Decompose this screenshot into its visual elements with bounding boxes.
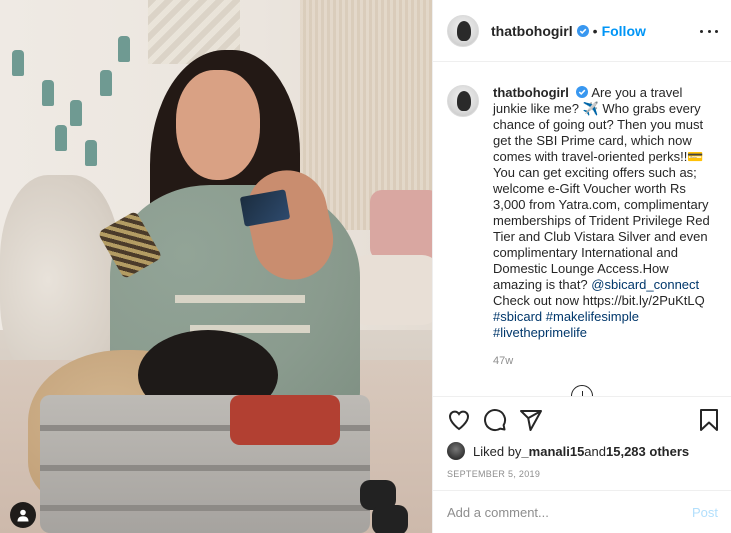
caption-section: thatbohogirl Are you a travel junkie lik…	[433, 63, 731, 397]
likes-prefix: Liked by	[473, 443, 522, 459]
tassel	[85, 140, 97, 166]
tassel	[12, 50, 24, 76]
comment-icon[interactable]	[483, 408, 507, 432]
pink-pillow	[370, 190, 432, 260]
suitcase-wheel	[372, 505, 408, 533]
comment-box: Post	[433, 490, 731, 533]
likes-row: Liked by _manali15 and 15,283 others	[447, 440, 689, 462]
caption-username[interactable]: thatbohogirl	[493, 85, 569, 100]
hashtag-link[interactable]: #sbicard	[493, 309, 542, 324]
caption-age: 47w	[493, 355, 514, 367]
tassel	[118, 36, 130, 62]
post-button[interactable]: Post	[692, 505, 718, 520]
tassel	[55, 125, 67, 151]
cushion	[350, 255, 432, 325]
tassel	[100, 70, 112, 96]
verified-badge-icon	[576, 24, 589, 37]
share-icon[interactable]	[519, 408, 543, 432]
liker-username[interactable]: _manali15	[521, 444, 584, 459]
separator-dot: •	[592, 22, 598, 39]
caption-text: thatbohogirl Are you a travel junkie lik…	[493, 85, 711, 369]
liker-avatar[interactable]	[447, 442, 465, 460]
comment-input[interactable]	[447, 504, 692, 520]
user-icon	[17, 509, 29, 522]
caption-body-2: Check out now https://bit.ly/2PuKtLQ	[493, 293, 705, 308]
post-header: thatbohogirl • Follow	[433, 0, 731, 62]
avatar[interactable]	[447, 14, 479, 47]
action-bar	[433, 398, 731, 442]
header-username[interactable]: thatbohogirl	[491, 23, 573, 39]
post-photo[interactable]	[0, 0, 432, 533]
suitcase-rib	[40, 465, 370, 471]
tassel	[42, 80, 54, 106]
follow-button[interactable]: Follow	[602, 23, 646, 39]
woman-face	[176, 70, 260, 180]
red-cloth	[230, 395, 340, 445]
likes-middle: and	[584, 443, 606, 459]
tagged-user-button[interactable]	[10, 502, 36, 528]
heart-icon[interactable]	[447, 408, 471, 432]
hashtag-link[interactable]: #livetheprimelife	[493, 325, 587, 340]
caption-avatar[interactable]	[447, 85, 479, 117]
ellipsis-icon[interactable]	[700, 22, 718, 40]
suitcase-rib	[40, 505, 370, 511]
dress-lace	[175, 295, 305, 303]
likes-count[interactable]: 15,283 others	[606, 444, 689, 459]
caption-body: Are you a travel junkie like me? ✈️ Who …	[493, 85, 710, 292]
caption-row: thatbohogirl Are you a travel junkie lik…	[447, 85, 723, 369]
hashtag-link[interactable]: #makelifesimple	[546, 309, 639, 324]
post-panel: thatbohogirl • Follow thatbohogirl Are y…	[432, 0, 731, 533]
verified-badge-icon	[576, 86, 589, 98]
mention-link[interactable]: @sbicard_connect	[591, 277, 699, 292]
tassel	[70, 100, 82, 126]
load-more-comments-button[interactable]	[571, 385, 593, 396]
post-date[interactable]: SEPTEMBER 5, 2019	[447, 469, 540, 479]
bookmark-icon[interactable]	[697, 408, 721, 432]
